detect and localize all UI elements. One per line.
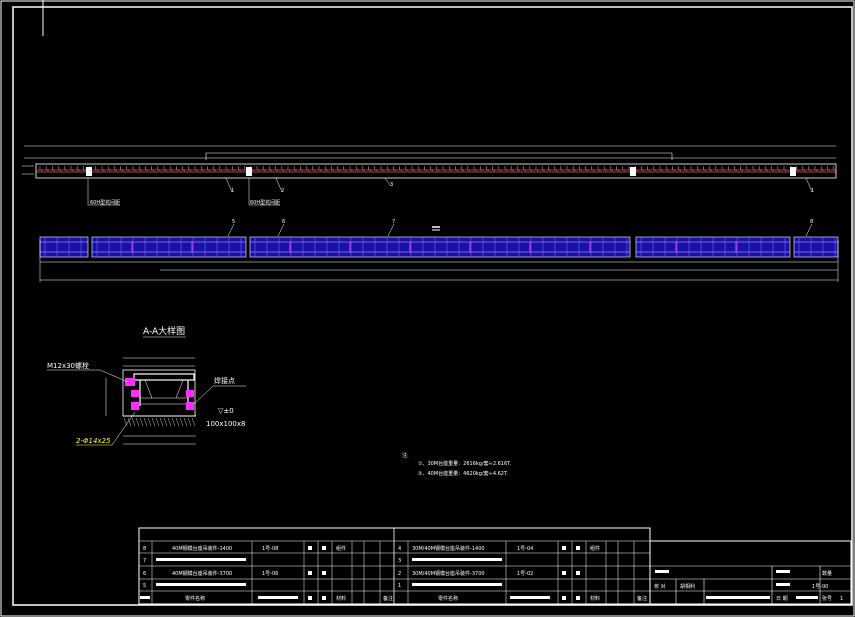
bom-table: 8 40M钢模台座吊装件-1400 1号-08 组件 4 30M/40M钢模台座… [138, 527, 651, 605]
angle-label: 100x100x8 [206, 420, 245, 428]
elevation-callout-1: 1 [231, 188, 234, 194]
bom-name-2: 30M/40M钢模台座吊装件-3700 [412, 570, 485, 577]
bom-no-6: 6 [143, 571, 146, 577]
bom-footer-material-l: 材料 [336, 595, 346, 602]
tb-drawing-no: 1号-00 [812, 584, 828, 590]
plan-view: 5 6 7 8 [39, 219, 839, 282]
bolt-label: M12x30螺栓 [47, 361, 89, 370]
bom-no-5: 5 [143, 583, 146, 589]
bom-footer-material-r: 材料 [590, 595, 600, 602]
bom-dwg-2: 1号-02 [517, 571, 533, 577]
bom-name-4: 30M/40M钢模台座吊装件-1400 [412, 545, 485, 552]
bom-no-4: 4 [398, 546, 401, 552]
bom-mat-8: 组件 [336, 545, 346, 552]
note-line-2: ②、40M台座重量：4620kg/套≈4.62T. [418, 470, 508, 477]
bom-name-8: 40M钢模台座吊装件-1400 [172, 545, 232, 552]
plan-callout-7: 7 [392, 219, 395, 225]
bom-footer-remark-r: 备注 [637, 595, 647, 602]
bom-no-7: 7 [143, 558, 146, 564]
hole-label: 2-Φ14x25 [76, 437, 111, 445]
bom-no-1: 1 [398, 583, 401, 589]
bom-dwg-6: 1号-06 [262, 571, 278, 577]
tb-check-label: 校 对 [654, 583, 666, 590]
notes-heading: 注: [402, 452, 409, 459]
notes: 注: ①、30M台座重量：2616kg/套≈2.616T. ②、40M台座重量：… [402, 452, 512, 477]
tb-checker: 胡相利 [680, 583, 695, 590]
outer-frame [0, 0, 855, 617]
bom-no-8: 8 [143, 546, 146, 552]
bom-name-6: 40M钢模台座吊装件-3700 [172, 570, 232, 577]
elevation-view: 60H型花间距 60H型花间距 1 2 3 1 [22, 145, 837, 206]
bom-mat-4: 组件 [590, 545, 600, 552]
plan-callout-5: 5 [232, 219, 235, 225]
bom-footer-name-l: 零件名称 [185, 595, 205, 602]
detail-title: A-A大样图 [143, 325, 185, 337]
plan-callout-8: 8 [810, 219, 813, 225]
weld-label: 焊接点 [214, 376, 235, 385]
note-line-1: ①、30M台座重量：2616kg/套≈2.616T. [418, 460, 512, 467]
plan-callout-6: 6 [282, 219, 285, 225]
elevation-callout-2: 2 [281, 188, 284, 194]
elevation-callout-4: 1 [811, 188, 814, 194]
tb-date-label: 日 期 [776, 596, 788, 602]
title-block: 数量 校 对 胡相利 1号-00 日 期 张号 1 [649, 540, 852, 605]
bom-dwg-4: 1号-04 [517, 546, 533, 552]
inner-frame [12, 6, 853, 606]
detail-aa: A-A大样图 M12x30螺栓 焊接点 ▽±0 100x100x8 2-Φ14x… [47, 325, 246, 446]
level-label: ▽±0 [218, 407, 234, 415]
bom-no-3: 3 [398, 558, 401, 564]
bom-dwg-8: 1号-08 [262, 546, 278, 552]
tb-quantity-label: 数量 [822, 570, 832, 577]
elevation-note-left: 60H型花间距 [90, 199, 120, 206]
bom-no-2: 2 [398, 571, 401, 577]
tb-sheet-no: 1 [840, 596, 843, 602]
elevation-callout-3: 3 [390, 182, 393, 188]
tb-sheet-label: 张号 [822, 595, 832, 602]
cad-drawing: 60H型花间距 60H型花间距 1 2 3 1 5 6 7 8 A-A大样图 M… [0, 0, 855, 617]
bom-footer-remark-l: 备注 [383, 595, 393, 602]
elevation-note-mid: 60H型花间距 [250, 199, 280, 206]
bom-footer-name-r: 零件名称 [438, 595, 458, 602]
